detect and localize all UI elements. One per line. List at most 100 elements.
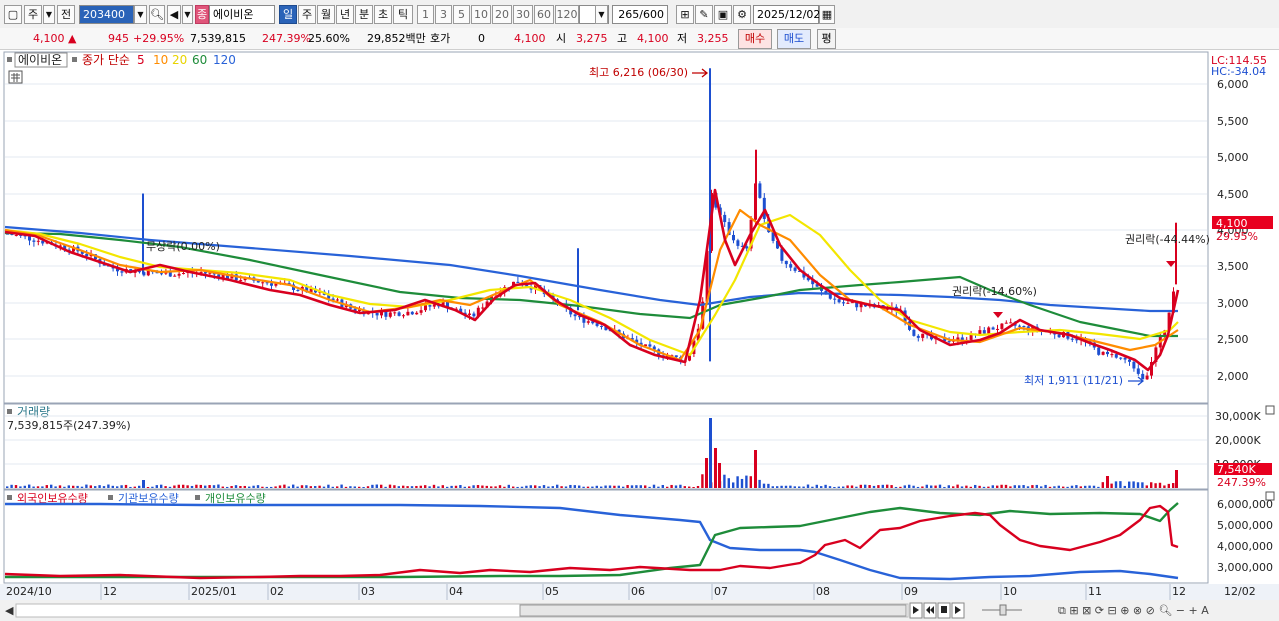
volume-bar	[454, 485, 458, 488]
interval-5-button[interactable]: 5	[453, 5, 470, 24]
volume-bar	[740, 478, 744, 488]
period-tick-button[interactable]: 틱	[393, 5, 413, 24]
sound-icon[interactable]: ◀	[167, 5, 181, 24]
period-second-button[interactable]: 초	[374, 5, 392, 24]
window-icon[interactable]: ▢	[4, 5, 22, 24]
count-field[interactable]: 265/600	[612, 5, 668, 24]
period-main-button[interactable]: 주	[24, 5, 42, 24]
sell-button[interactable]: 매도	[777, 29, 811, 49]
volume-bar	[714, 448, 717, 488]
price-panel[interactable]	[3, 51, 1209, 404]
volume-bar	[476, 485, 480, 488]
volume-bar	[129, 486, 132, 488]
volume-bar	[789, 485, 792, 488]
interval-1-button[interactable]: 1	[417, 5, 434, 24]
volume-bar	[833, 486, 836, 488]
volume-panel[interactable]	[3, 403, 1209, 490]
stock-chart[interactable]: 6,000 5,500 5,000 4,500 4,000 3,500 3,00…	[0, 50, 1279, 621]
legend-ma-label: 종가 단순	[82, 53, 130, 67]
drawing-tool-icon[interactable]: ✎	[695, 5, 713, 24]
volume-bar	[314, 486, 317, 488]
period-dropdown-icon[interactable]: ▼	[43, 5, 55, 24]
volume-bar	[661, 484, 664, 488]
stock-name-field[interactable]: 에이비온	[209, 5, 275, 24]
price-tick: 3,000	[1217, 297, 1249, 310]
volume-bar	[23, 485, 26, 488]
volume-bar	[626, 485, 629, 488]
volume-bar	[991, 485, 994, 488]
volume-bar	[1158, 482, 1162, 488]
interval-3-button[interactable]: 3	[435, 5, 452, 24]
panel-close-icon[interactable]	[1265, 405, 1275, 415]
price-tick: 6,000	[1217, 78, 1249, 91]
stock-code-input[interactable]: 203400	[79, 5, 134, 24]
volume-bar	[635, 485, 638, 488]
volume-bar	[182, 484, 185, 488]
period-week-button[interactable]: 주	[298, 5, 316, 24]
period-minute-button[interactable]: 분	[355, 5, 373, 24]
zoom-slider-handle[interactable]	[999, 604, 1007, 616]
interval-10-button[interactable]: 10	[471, 5, 491, 24]
calendar-icon[interactable]: ▦	[819, 5, 835, 24]
date-input[interactable]: 2025/12/02	[753, 5, 820, 24]
buy-button[interactable]: 매수	[738, 29, 772, 49]
volume-bar	[485, 485, 488, 488]
volume-bar	[1167, 483, 1170, 488]
holdings-tick: 6,000,000	[1217, 498, 1273, 511]
low-value: 3,255	[697, 32, 729, 45]
volume-bar	[1110, 483, 1113, 488]
candle-body	[468, 313, 471, 315]
table-icon[interactable]	[8, 70, 23, 84]
volume-bar	[996, 485, 999, 488]
interval-20-button[interactable]: 20	[492, 5, 512, 24]
candle-body	[36, 240, 40, 242]
candle-body	[516, 281, 520, 283]
panel-close-icon[interactable]	[1265, 491, 1275, 501]
chart-settings-icon[interactable]: ⊞	[676, 5, 694, 24]
volume-bar	[160, 484, 163, 488]
candle-body	[419, 310, 423, 313]
volume-bar	[793, 486, 796, 488]
scrollbar-thumb[interactable]	[519, 604, 907, 617]
x-tick: 08	[816, 585, 830, 598]
volume-bar	[1084, 485, 1087, 488]
volume-bar	[1163, 485, 1166, 488]
candle-body	[182, 273, 185, 275]
volume-bar	[1128, 481, 1131, 488]
volume-bar	[595, 485, 598, 488]
period-month-button[interactable]: 월	[317, 5, 335, 24]
volume-bar	[1132, 481, 1135, 488]
candle-body	[239, 280, 243, 282]
average-button[interactable]: 평	[817, 29, 836, 49]
volume-bar	[98, 485, 101, 488]
volume-tag-pct: 247.39%	[1217, 476, 1266, 489]
price-tick: 4,500	[1217, 188, 1249, 201]
period-year-button[interactable]: 년	[336, 5, 354, 24]
interval-dropdown-icon[interactable]: ▼	[595, 5, 608, 24]
volume-bar	[168, 486, 172, 488]
volume-bar	[186, 485, 189, 488]
volume-bar	[1026, 486, 1030, 488]
tool-icons[interactable]: ⧉ ⊞ ⊠ ⟳ ⊟ ⊕ ⊗ ⊘ 🔍︎ − + A	[1058, 604, 1209, 617]
code-dropdown-icon[interactable]: ▼	[134, 5, 147, 24]
scroll-left-icon[interactable]: ◀	[5, 604, 14, 617]
interval-60-button[interactable]: 60	[534, 5, 554, 24]
volume-bar	[622, 486, 625, 488]
prev-button[interactable]: 전	[57, 5, 75, 24]
volume-bar	[1053, 486, 1056, 488]
volume-bar	[1066, 486, 1069, 488]
gear-icon[interactable]: ⚙	[733, 5, 751, 24]
sound-dropdown-icon[interactable]: ▼	[182, 5, 193, 24]
volume-bar	[36, 486, 40, 488]
interval-120-button[interactable]: 120	[555, 5, 579, 24]
volume-bar	[406, 486, 409, 488]
interval-30-button[interactable]: 30	[513, 5, 533, 24]
volume-bar	[824, 484, 827, 488]
candle-body	[1128, 359, 1131, 362]
candle-body	[793, 267, 797, 271]
volume-bar	[754, 450, 757, 488]
period-day-button[interactable]: 일	[279, 5, 297, 24]
search-icon[interactable]: 🔍︎	[149, 5, 165, 24]
volume-bar	[947, 485, 950, 488]
save-icon[interactable]: ▣	[714, 5, 732, 24]
